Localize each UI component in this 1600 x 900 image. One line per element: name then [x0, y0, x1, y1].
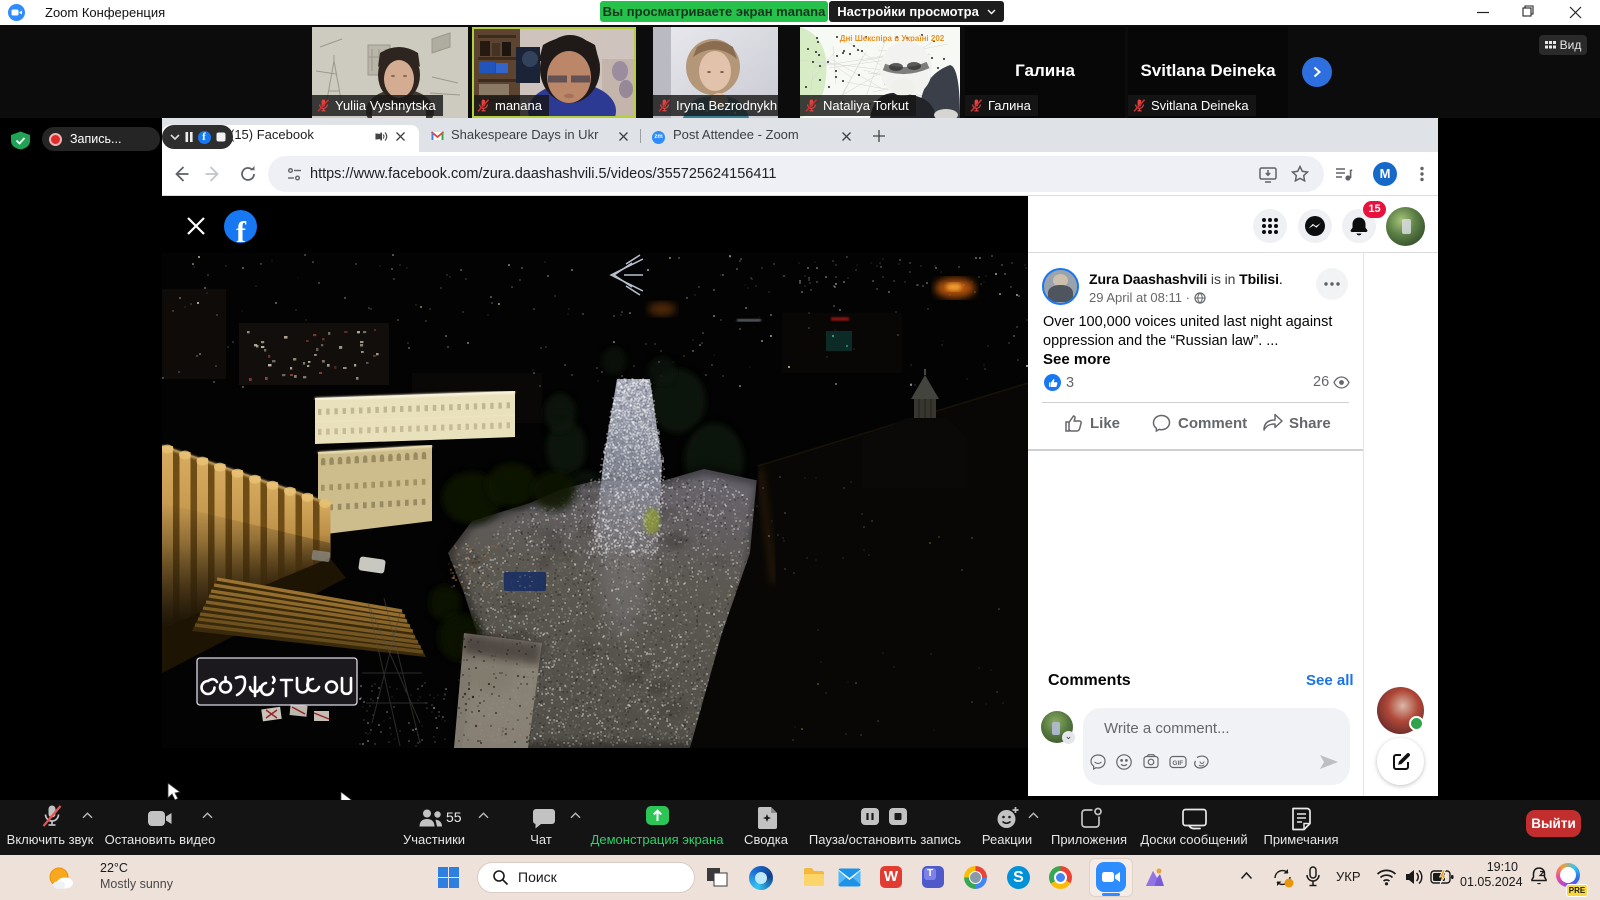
svg-text:GIF: GIF: [1172, 760, 1183, 767]
svg-text:Дні Шекспіра в Україні 202: Дні Шекспіра в Україні 202: [840, 34, 945, 43]
